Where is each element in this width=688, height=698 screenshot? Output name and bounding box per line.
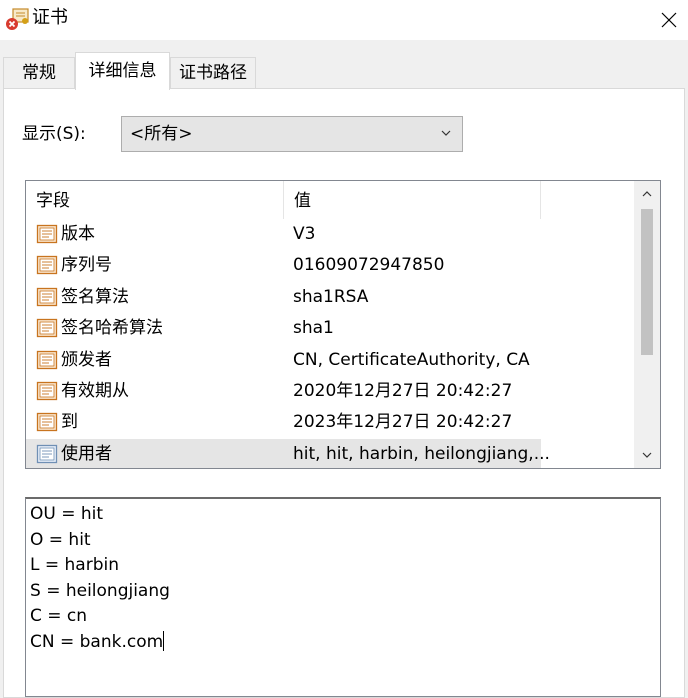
show-dropdown-value: <所有> [130,124,193,144]
detail-line-text: CN = bank.com [30,631,164,652]
field-name: 到 [61,412,78,433]
table-row[interactable]: 序列号 01609072947850 [26,250,541,281]
certificate-error-icon [6,8,29,30]
certificate-field-icon [36,287,58,306]
column-header-value[interactable]: 值 [284,181,541,219]
tab-strip: 常规 详细信息 证书路径 [0,40,688,90]
title-bar: 证书 [0,0,688,40]
scrollbar-thumb[interactable] [641,209,653,355]
table-row[interactable]: 签名哈希算法 sha1 [26,313,541,344]
close-button[interactable] [650,0,688,40]
certificate-field-icon [36,413,58,432]
field-name: 使用者 [61,443,112,464]
field-value: sha1RSA [293,286,369,307]
window-title: 证书 [32,7,68,28]
table-row[interactable]: 有效期从 2020年12月27日 20:42:27 [26,376,541,407]
show-label: 显示(S): [22,124,86,144]
detail-line-text: O = hit [30,529,91,550]
tab-details[interactable]: 详细信息 [75,52,170,90]
fields-list[interactable]: 字段 值 版本 V3 序列号 01609072947850 签名算法 sha1RSA 签名哈… [25,180,661,469]
chevron-down-icon [441,130,451,136]
certificate-field-icon [36,256,58,275]
tab-certification-path[interactable]: 证书路径 [170,57,256,89]
show-dropdown[interactable]: <所有> [121,116,463,152]
field-value: 2023年12月27日 20:42:27 [293,412,513,433]
detail-line: OU = hit [30,502,656,528]
certificate-field-icon [36,224,58,244]
field-name: 有效期从 [61,381,129,401]
list-header: 字段 值 [26,181,634,219]
chevron-up-icon [642,191,652,197]
table-row[interactable]: 使用者 hit, hit, harbin, heilongjiang,... [26,438,550,468]
certificate-field-icon [36,350,58,369]
scroll-up-button[interactable] [634,181,660,207]
field-name: 序列号 [61,255,112,276]
text-caret [163,630,165,651]
certificate-field-icon [36,381,58,401]
field-value: 01609072947850 [293,255,445,276]
table-row[interactable]: 颁发者 CN, CertificateAuthority, CA [26,345,541,376]
detail-line: CN = bank.com [30,630,656,656]
field-name: 签名哈希算法 [61,318,163,339]
field-value: 2020年12月27日 20:42:27 [293,381,513,401]
column-header-field[interactable]: 字段 [26,181,284,219]
field-name: 签名算法 [61,286,129,307]
table-row[interactable]: 到 2023年12月27日 20:42:27 [26,407,541,438]
tab-general[interactable]: 常规 [3,57,75,89]
close-icon [661,12,677,28]
field-value: CN, CertificateAuthority, CA [293,349,530,370]
vertical-scrollbar[interactable] [634,181,660,468]
scroll-down-button[interactable] [634,442,660,468]
field-detail-textbox[interactable]: OU = hit O = hit L = harbin S = heilongjian… [25,497,661,697]
detail-line: S = heilongjiang [30,579,656,605]
detail-line-text: L = harbin [30,555,119,576]
detail-line-text: OU = hit [30,504,104,524]
field-name: 版本 [61,224,95,244]
detail-line-text: S = heilongjiang [30,580,170,601]
table-row[interactable]: 签名算法 sha1RSA [26,282,541,313]
detail-line-text: C = cn [30,606,88,627]
detail-line: L = harbin [30,553,656,579]
detail-line: C = cn [30,604,656,630]
chevron-down-icon [642,452,652,458]
field-value: hit, hit, harbin, heilongjiang,... [293,443,550,464]
field-value: V3 [293,224,316,244]
table-row[interactable]: 版本 V3 [26,219,541,250]
certificate-field-icon [36,444,58,463]
field-name: 颁发者 [61,349,112,370]
certificate-field-icon [36,319,58,338]
field-value: sha1 [293,318,334,339]
detail-line: O = hit [30,528,656,554]
